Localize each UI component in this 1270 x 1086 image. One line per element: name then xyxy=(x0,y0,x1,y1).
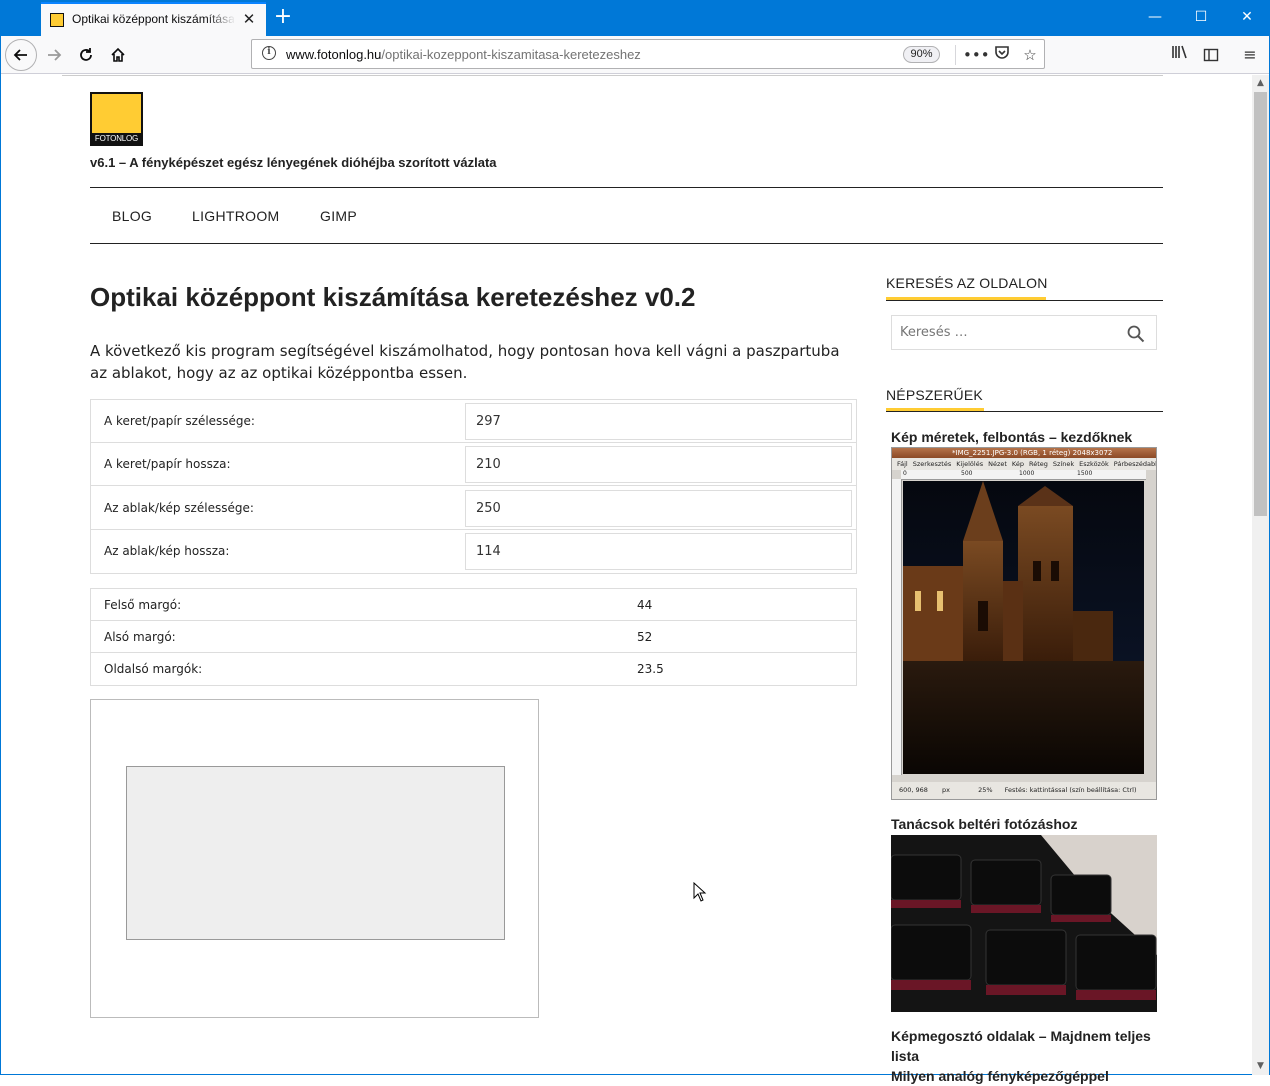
nav-lightroom[interactable]: LIGHTROOM xyxy=(192,208,279,224)
maximize-button[interactable]: ☐ xyxy=(1178,0,1224,34)
church-photo xyxy=(903,481,1144,774)
popular-widget-title: NÉPSZERŰEK xyxy=(886,387,983,403)
bottom-margin-value: 52 xyxy=(637,630,653,644)
input-row: Az ablak/kép szélessége: xyxy=(91,487,856,530)
pocket-icon[interactable] xyxy=(991,44,1013,66)
result-row: Alsó margó: 52 xyxy=(91,621,856,653)
url-text: www.fotonlog.hu/optikai-kozeppont-kiszam… xyxy=(286,47,641,62)
browser-toolbar: i www.fotonlog.hu/optikai-kozeppont-kisz… xyxy=(0,36,1270,74)
window-width-input[interactable] xyxy=(465,490,852,527)
side-margin-value: 23.5 xyxy=(637,662,664,676)
frame-preview xyxy=(90,699,539,1018)
scroll-down-arrow-icon[interactable]: ▼ xyxy=(1252,1058,1269,1075)
zoom-indicator[interactable]: 90% xyxy=(903,46,940,63)
search-input[interactable] xyxy=(891,315,1157,350)
popular-post-link[interactable]: Milyen analóg fényképezőgéppel xyxy=(891,1066,1156,1086)
frame-width-label: A keret/papír szélessége: xyxy=(104,414,255,428)
input-row: Az ablak/kép hossza: xyxy=(91,530,856,573)
side-margin-label: Oldalsó margók: xyxy=(104,662,203,676)
frame-width-input[interactable] xyxy=(465,403,852,440)
top-margin-value: 44 xyxy=(637,598,653,612)
sidebar-icon[interactable] xyxy=(1198,41,1224,69)
input-table: A keret/papír szélessége: A keret/papír … xyxy=(90,399,857,574)
window-height-input[interactable] xyxy=(465,533,852,570)
new-tab-button[interactable]: + xyxy=(271,4,295,30)
page-scrollbar[interactable]: ▲ ▼ xyxy=(1252,75,1269,1075)
tab-close-button[interactable]: ✕ xyxy=(239,9,259,29)
frame-height-label: A keret/papír hossza: xyxy=(104,457,231,471)
more-dots-icon[interactable]: ••• xyxy=(963,44,990,66)
mouse-cursor-icon xyxy=(693,882,707,902)
nav-blog[interactable]: BLOG xyxy=(112,208,152,224)
window-preview xyxy=(126,766,505,940)
forward-button[interactable] xyxy=(40,41,68,69)
page-title: Optikai középpont kiszámítása keretezésh… xyxy=(90,282,696,312)
site-logo[interactable]: FOTONLOG xyxy=(90,92,143,146)
favicon-icon xyxy=(50,13,64,27)
address-bar[interactable]: i www.fotonlog.hu/optikai-kozeppont-kisz… xyxy=(251,39,1045,69)
search-icon[interactable] xyxy=(1127,325,1145,343)
chairs-photo[interactable] xyxy=(891,835,1157,1012)
window-height-label: Az ablak/kép hossza: xyxy=(104,544,230,558)
home-icon xyxy=(111,47,125,62)
nav-gimp[interactable]: GIMP xyxy=(320,208,357,224)
reload-icon xyxy=(80,48,92,61)
site-tagline: v6.1 – A fényképészet egész lényegének d… xyxy=(90,155,497,170)
back-button[interactable] xyxy=(5,39,37,71)
window-width-label: Az ablak/kép szélessége: xyxy=(104,501,254,515)
scroll-up-arrow-icon[interactable]: ▲ xyxy=(1252,75,1269,92)
scroll-thumb[interactable] xyxy=(1254,92,1267,516)
star-icon[interactable]: ☆ xyxy=(1019,44,1041,66)
library-icon[interactable] xyxy=(1167,41,1193,69)
forward-arrow-icon xyxy=(48,49,62,61)
minimize-button[interactable]: — xyxy=(1132,0,1178,34)
post-thumbnail[interactable]: *IMG_2251.JPG-3.0 (RGB, 1 réteg) 2048x30… xyxy=(891,447,1157,800)
bottom-margin-label: Alsó margó: xyxy=(104,630,176,644)
top-margin-label: Felső margó: xyxy=(104,598,182,612)
result-table: Felső margó: 44 Alsó margó: 52 Oldalsó m… xyxy=(90,588,857,686)
info-icon[interactable]: i xyxy=(262,46,276,60)
input-row: A keret/papír hossza: xyxy=(91,443,856,486)
divider xyxy=(90,243,1163,244)
result-row: Felső margó: 44 xyxy=(91,589,856,621)
hamburger-menu-icon[interactable]: ≡ xyxy=(1237,41,1263,69)
logo-text: FOTONLOG xyxy=(94,134,139,143)
close-window-button[interactable]: ✕ xyxy=(1224,0,1270,34)
browser-tab[interactable]: Optikai középpont kiszámítása ✕ xyxy=(41,2,266,36)
popular-post-link[interactable]: Tanácsok beltéri fotózáshoz xyxy=(891,814,1156,834)
frame-height-input[interactable] xyxy=(465,446,852,483)
reload-button[interactable] xyxy=(72,41,100,69)
divider xyxy=(90,187,1163,188)
input-row: A keret/papír szélessége: xyxy=(91,400,856,443)
popular-post-link[interactable]: Képmegosztó oldalak – Majdnem teljes lis… xyxy=(891,1026,1156,1066)
intro-text: A következő kis program segítségével kis… xyxy=(90,342,840,382)
browser-titlebar: Optikai középpont kiszámítása ✕ + — ☐ ✕ xyxy=(0,0,1270,36)
home-button[interactable] xyxy=(104,41,132,69)
result-row: Oldalsó margók: 23.5 xyxy=(91,653,856,685)
search-widget-title: KERESÉS AZ OLDALON xyxy=(886,275,1048,291)
popular-post-link[interactable]: Kép méretek, felbontás – kezdőknek xyxy=(891,427,1156,447)
back-arrow-icon xyxy=(13,49,27,61)
